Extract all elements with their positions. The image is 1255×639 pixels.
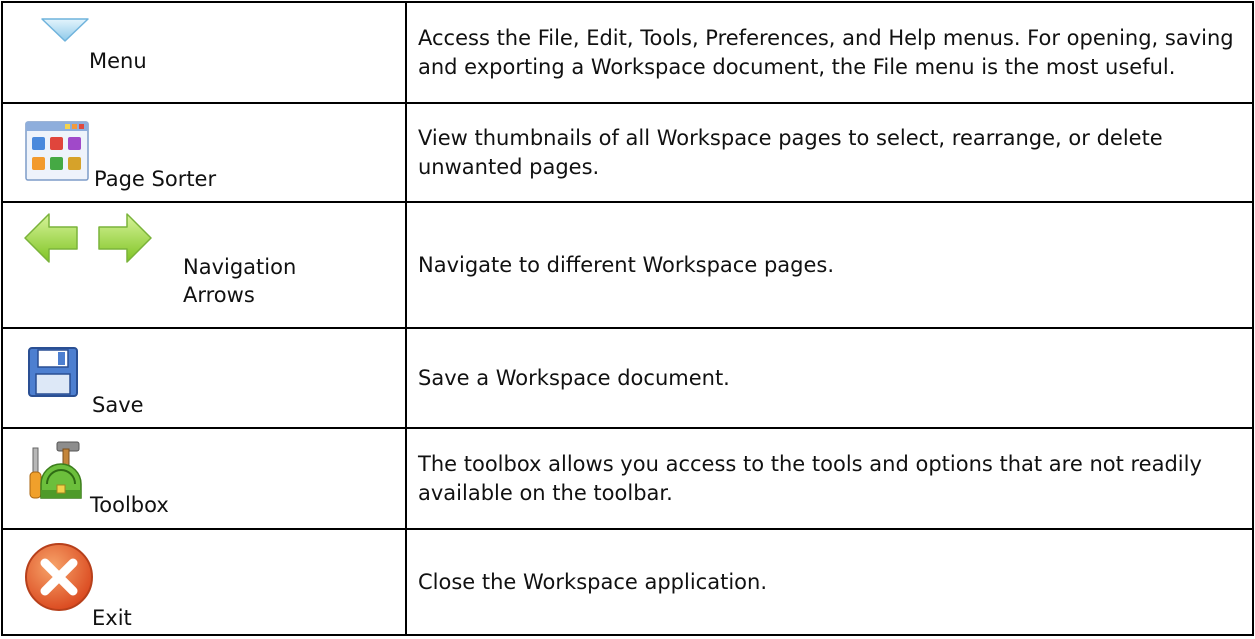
tool-name: Toolbox xyxy=(90,493,169,517)
tool-cell: Save xyxy=(1,327,407,429)
toolbox-icon xyxy=(29,441,82,499)
tool-name: Page Sorter xyxy=(94,167,217,191)
menu-dropdown-triangle-icon xyxy=(41,18,89,42)
tool-name: Save xyxy=(92,393,144,417)
tool-description: Access the File, Edit, Tools, Preference… xyxy=(405,1,1254,104)
page-sorter-grid-icon xyxy=(25,121,89,181)
tool-description: Navigate to different Workspace pages. xyxy=(405,201,1254,329)
tool-name: Menu xyxy=(89,49,147,73)
tool-cell: Page Sorter xyxy=(1,102,407,203)
floppy-disk-icon xyxy=(28,347,78,397)
toolbar-reference-table: Menu Access the File, Edit, Tools, Prefe… xyxy=(1,1,1254,636)
tool-description: View thumbnails of all Workspace pages t… xyxy=(405,102,1254,203)
tool-description: The toolbox allows you access to the too… xyxy=(405,427,1254,530)
table-row: Menu Access the File, Edit, Tools, Prefe… xyxy=(1,1,1254,104)
left-arrow-icon xyxy=(24,213,78,263)
tool-cell: Menu xyxy=(1,1,407,104)
exit-close-icon xyxy=(25,543,93,611)
tool-description: Close the Workspace application. xyxy=(405,528,1254,636)
table-row: Toolbox The toolbox allows you access to… xyxy=(1,427,1254,530)
tool-name: Navigation Arrows xyxy=(183,255,297,307)
tool-cell: Navigation Arrows xyxy=(1,201,407,329)
table-row: Page Sorter View thumbnails of all Works… xyxy=(1,102,1254,203)
table-row: Navigation Arrows Navigate to different … xyxy=(1,201,1254,329)
tool-cell: Toolbox xyxy=(1,427,407,530)
table-row: Save Save a Workspace document. xyxy=(1,327,1254,429)
right-arrow-icon xyxy=(98,213,152,263)
tool-name: Exit xyxy=(92,606,132,630)
table-row: Exit Close the Workspace application. xyxy=(1,528,1254,636)
tool-description: Save a Workspace document. xyxy=(405,327,1254,429)
tool-cell: Exit xyxy=(1,528,407,636)
